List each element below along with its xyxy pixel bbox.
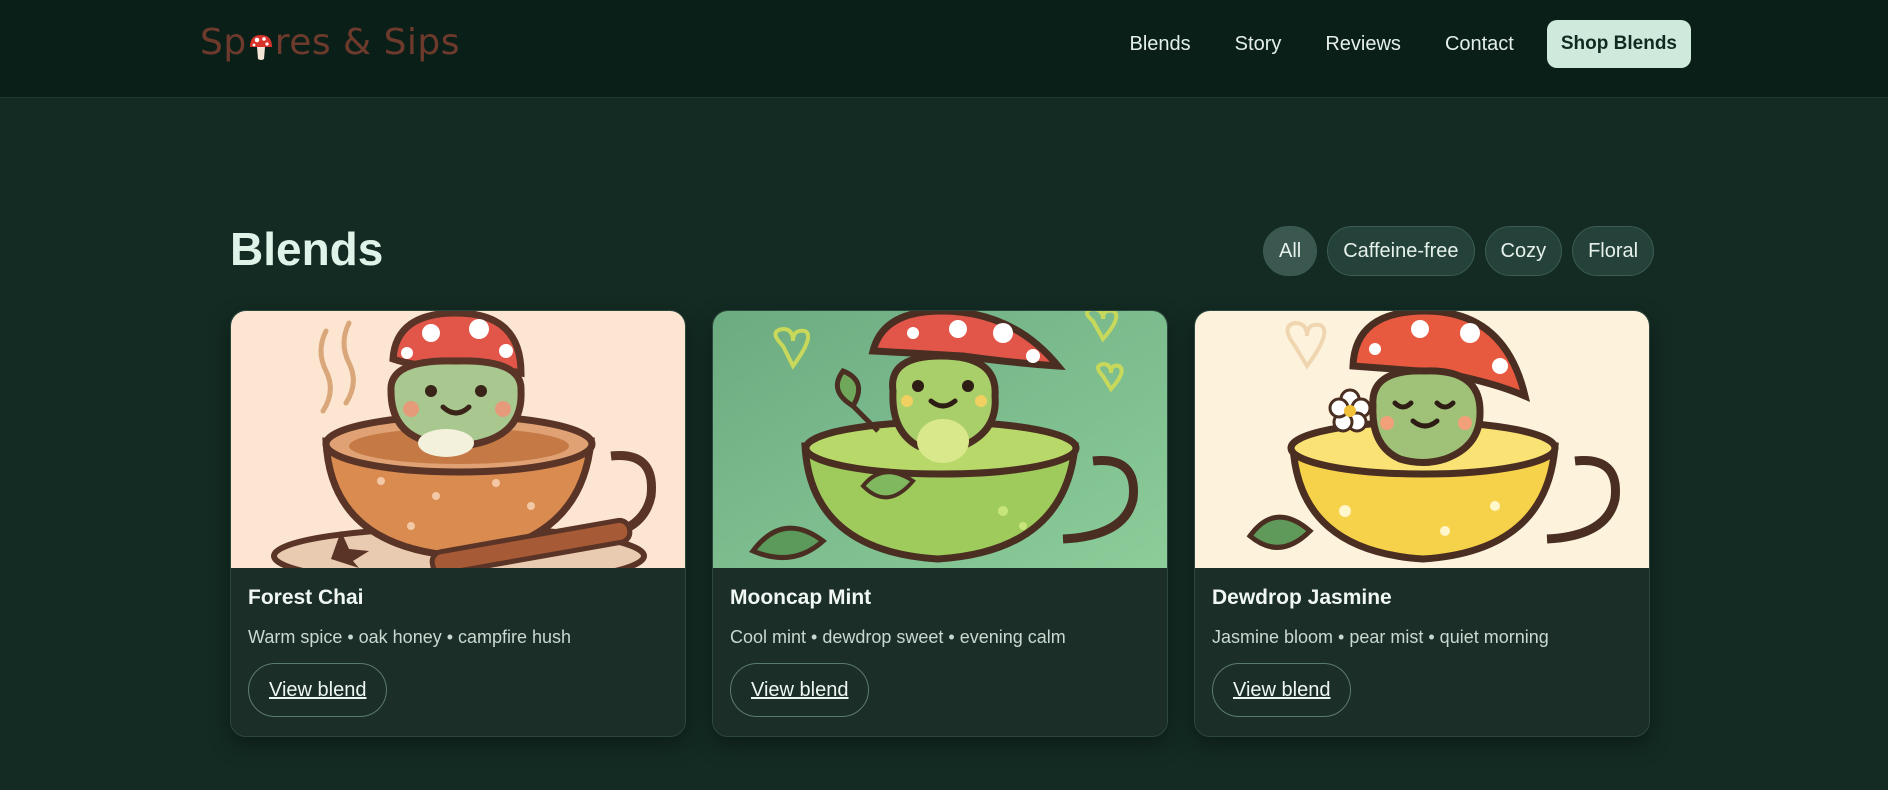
view-blend-button[interactable]: View blend <box>1212 663 1352 717</box>
mushroom-icon <box>248 30 274 60</box>
blend-card-dewdrop-jasmine: Dewdrop Jasmine Jasmine bloom • pear mis… <box>1194 310 1650 737</box>
nav-link-story[interactable]: Story <box>1235 33 1282 56</box>
frog-in-jasmine-cup-illustration[interactable] <box>1195 311 1650 568</box>
main-nav: Blends Story Reviews Contact Shop Blends <box>1130 0 1888 88</box>
card-title: Dewdrop Jasmine <box>1212 586 1392 609</box>
view-blend-button[interactable]: View blend <box>730 663 870 717</box>
card-description: Jasmine bloom • pear mist • quiet mornin… <box>1212 627 1549 647</box>
view-blend-button[interactable]: View blend <box>248 663 388 717</box>
filter-chips: All Caffeine-free Cozy Floral <box>1263 226 1655 276</box>
card-description: Warm spice • oak honey • campfire hush <box>248 627 572 647</box>
blend-card-mooncap-mint: Mooncap Mint Cool mint • dewdrop sweet •… <box>712 310 1168 737</box>
frog-in-mint-cup-illustration[interactable] <box>713 311 1168 568</box>
shop-blends-button[interactable]: Shop Blends <box>1546 20 1691 68</box>
blend-card-forest-chai: Forest Chai Warm spice • oak honey • cam… <box>230 310 686 737</box>
top-navbar: Sp res & Sips Blends Story Reviews Conta… <box>0 0 1888 98</box>
nav-link-reviews[interactable]: Reviews <box>1325 33 1401 56</box>
nav-link-contact[interactable]: Contact <box>1445 33 1514 56</box>
frog-in-chai-cup-illustration[interactable] <box>231 311 686 568</box>
logo-text-end: res & Sips <box>274 22 461 63</box>
site-logo[interactable]: Sp res & Sips <box>200 22 460 63</box>
filter-chip-floral[interactable]: Floral <box>1572 226 1655 276</box>
card-title: Forest Chai <box>248 586 364 609</box>
card-description: Cool mint • dewdrop sweet • evening calm <box>730 627 1066 647</box>
card-title: Mooncap Mint <box>730 586 872 609</box>
nav-link-blends[interactable]: Blends <box>1130 33 1191 56</box>
filter-chip-caffeine-free[interactable]: Caffeine-free <box>1327 226 1475 276</box>
section-title: Blends <box>230 223 384 275</box>
filter-chip-all[interactable]: All <box>1263 226 1318 276</box>
blend-cards: Forest Chai Warm spice • oak honey • cam… <box>230 310 1650 737</box>
filter-chip-cozy[interactable]: Cozy <box>1484 226 1563 276</box>
logo-text-start: Sp <box>200 22 247 63</box>
